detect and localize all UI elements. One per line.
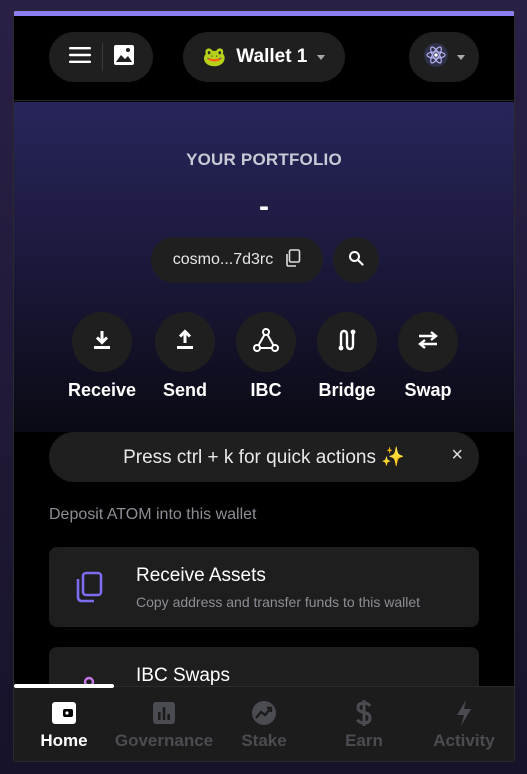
bolt-icon bbox=[414, 699, 514, 727]
bridge-button[interactable]: Bridge bbox=[307, 312, 387, 401]
chain-avatar-icon bbox=[423, 42, 449, 73]
receive-assets-title: Receive Assets bbox=[136, 565, 266, 586]
ibc-button[interactable]: IBC bbox=[226, 312, 306, 401]
nav-activity[interactable]: Activity bbox=[414, 687, 514, 761]
menu-icon[interactable] bbox=[68, 45, 92, 70]
close-icon[interactable]: × bbox=[451, 444, 463, 467]
nav-governance[interactable]: Governance bbox=[114, 687, 214, 761]
image-icon[interactable] bbox=[113, 44, 135, 71]
receive-label: Receive bbox=[67, 380, 137, 400]
header: 🐸 Wallet 1 bbox=[14, 16, 514, 101]
portfolio-label: YOUR PORTFOLIO bbox=[186, 150, 342, 169]
bridge-circle bbox=[317, 312, 377, 372]
receive-assets-subtitle: Copy address and transfer funds to this … bbox=[136, 594, 421, 610]
bridge-icon bbox=[335, 328, 359, 357]
wallet-window: 🐸 Wallet 1 YOUR PORTFOLIO - cosmo...7d3r… bbox=[13, 10, 515, 762]
menu-divider bbox=[101, 43, 103, 71]
search-button[interactable] bbox=[333, 237, 379, 283]
copy-icon bbox=[69, 567, 109, 607]
nav-stake[interactable]: Stake bbox=[214, 687, 314, 761]
chevron-down-icon bbox=[317, 54, 326, 60]
portfolio-section: YOUR PORTFOLIO - cosmo...7d3rc Receive S… bbox=[14, 102, 514, 432]
quick-actions-banner[interactable]: Press ctrl + k for quick actions ✨ × bbox=[49, 432, 479, 482]
ibc-circle bbox=[236, 312, 296, 372]
bridge-label: Bridge bbox=[318, 380, 376, 400]
deposit-label: Deposit ATOM into this wallet bbox=[49, 506, 257, 523]
swap-circle bbox=[398, 312, 458, 372]
ibc-swaps-title: IBC Swaps bbox=[136, 665, 230, 686]
app-frame: 🐸 Wallet 1 YOUR PORTFOLIO - cosmo...7d3r… bbox=[0, 0, 527, 774]
receive-circle bbox=[72, 312, 132, 372]
receive-button[interactable]: Receive bbox=[62, 312, 142, 401]
nav-home[interactable]: Home bbox=[14, 687, 114, 761]
copy-address-button[interactable]: cosmo...7d3rc bbox=[151, 237, 323, 283]
nav-governance-label: Governance bbox=[114, 731, 214, 750]
send-label: Send bbox=[162, 380, 207, 400]
send-circle bbox=[155, 312, 215, 372]
wallet-name: Wallet 1 bbox=[236, 46, 308, 67]
copy-icon bbox=[285, 248, 301, 272]
stake-icon bbox=[214, 699, 314, 727]
chain-selector-button[interactable] bbox=[409, 32, 479, 82]
action-buttons: Receive Send IBC Bridge Swap bbox=[14, 312, 514, 412]
download-icon bbox=[91, 329, 113, 356]
wallet-avatar-icon: 🐸 bbox=[202, 47, 227, 68]
bar-chart-icon bbox=[114, 699, 214, 727]
nav-earn-label: Earn bbox=[345, 731, 383, 750]
send-button[interactable]: Send bbox=[145, 312, 225, 401]
nav-earn[interactable]: Earn bbox=[314, 687, 414, 761]
upload-icon bbox=[174, 328, 196, 356]
receive-assets-card[interactable]: Receive Assets Copy address and transfer… bbox=[49, 547, 479, 627]
bottom-nav: Home Governance Stake Earn Activity bbox=[14, 684, 514, 761]
menu-pill bbox=[49, 32, 153, 82]
swap-arrows-icon bbox=[416, 330, 440, 355]
dollar-icon bbox=[314, 699, 414, 727]
quick-actions-text: Press ctrl + k for quick actions ✨ bbox=[123, 447, 405, 468]
search-icon bbox=[348, 250, 364, 271]
wallet-selector-button[interactable]: 🐸 Wallet 1 bbox=[183, 32, 345, 82]
portfolio-balance: - bbox=[259, 190, 269, 223]
nav-home-label: Home bbox=[40, 731, 88, 750]
nav-stake-label: Stake bbox=[241, 731, 287, 750]
chevron-down-icon bbox=[457, 54, 465, 60]
swap-label: Swap bbox=[404, 380, 452, 400]
wallet-icon bbox=[14, 699, 114, 727]
ibc-triangle-icon bbox=[253, 327, 279, 357]
address-text: cosmo...7d3rc bbox=[172, 251, 274, 268]
ibc-label: IBC bbox=[250, 380, 282, 400]
swap-button[interactable]: Swap bbox=[388, 312, 468, 401]
nav-activity-label: Activity bbox=[433, 731, 495, 750]
